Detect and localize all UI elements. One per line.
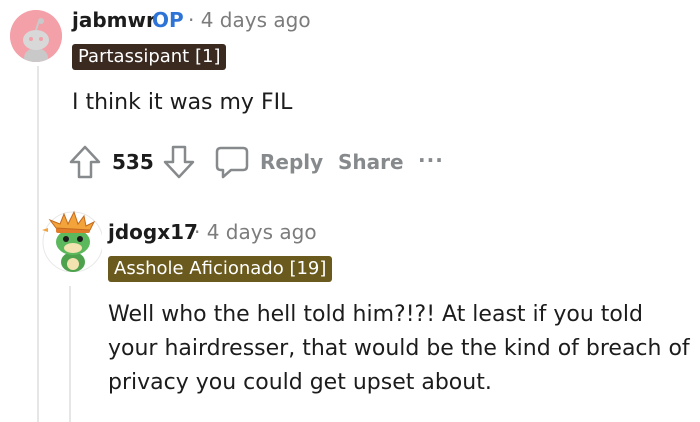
user-flair: Partassipant [1] bbox=[72, 44, 227, 70]
more-options-button[interactable]: ··· bbox=[418, 148, 444, 172]
comment-bubble-icon bbox=[215, 146, 249, 179]
reply-label[interactable]: Reply bbox=[260, 150, 323, 174]
share-button[interactable]: Share bbox=[338, 150, 404, 174]
thread-line-root[interactable] bbox=[37, 66, 39, 422]
comment-body: Well who the hell told him?!?! At least … bbox=[108, 302, 690, 395]
comment-body: I think it was my FIL bbox=[72, 90, 293, 115]
timestamp[interactable]: · 4 days ago bbox=[194, 220, 317, 244]
snoo-avatar-icon bbox=[10, 10, 62, 62]
op-badge: OP bbox=[152, 8, 184, 32]
green-snoo-avatar-icon bbox=[42, 210, 104, 273]
downvote-arrow-icon bbox=[163, 145, 195, 179]
avatar[interactable] bbox=[40, 206, 104, 273]
username[interactable]: jabmwr bbox=[72, 8, 156, 32]
vote-count: 535 bbox=[112, 150, 154, 174]
user-flair: Asshole Aficionado [19] bbox=[108, 256, 333, 282]
avatar[interactable] bbox=[10, 10, 62, 62]
upvote-button[interactable] bbox=[68, 144, 102, 180]
username[interactable]: jdogx17 bbox=[108, 220, 198, 244]
upvote-arrow-icon bbox=[69, 145, 101, 179]
thread-line-reply[interactable] bbox=[69, 286, 71, 422]
reply-button[interactable] bbox=[214, 144, 250, 180]
timestamp[interactable]: · 4 days ago bbox=[188, 8, 311, 32]
downvote-button[interactable] bbox=[162, 144, 196, 180]
